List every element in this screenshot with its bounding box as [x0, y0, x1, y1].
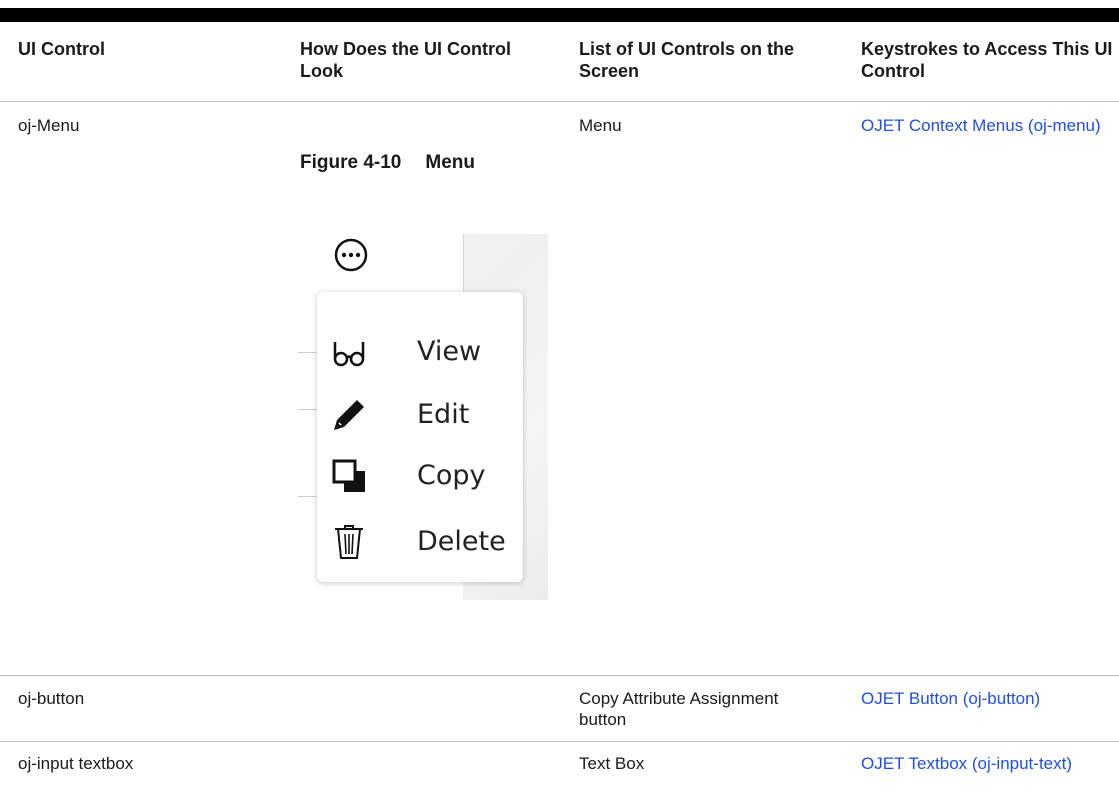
menu-item-label: View [417, 336, 482, 367]
row1-list: Menu [579, 116, 622, 135]
row1-control: oj-Menu [18, 116, 80, 135]
glasses-icon [331, 334, 367, 370]
header-list-controls: List of UI Controls on the Screen [579, 39, 794, 81]
row3-control: oj-input textbox [18, 754, 134, 773]
figure-title: Menu [425, 152, 475, 173]
copy-icon [331, 458, 367, 494]
menu-item-label: Edit [417, 399, 470, 430]
pencil-icon [331, 397, 367, 433]
menu-screenshot: View Edit Copy Delete [298, 234, 548, 600]
row2-list: Copy Attribute Assignment button [579, 689, 779, 729]
menu-item-view[interactable]: View [317, 322, 523, 382]
menu-item-label: Copy [417, 460, 486, 491]
menu-item-edit[interactable]: Edit [317, 385, 523, 445]
row-divider [0, 675, 1119, 676]
figure-caption: Figure 4-10 Menu [300, 152, 475, 174]
header-divider [0, 101, 1119, 102]
row-divider [0, 741, 1119, 742]
row2-link[interactable]: OJET Button (oj-button) [861, 688, 1119, 709]
header-keystrokes: Keystrokes to Access This UI Control [861, 39, 1113, 81]
row3-list: Text Box [579, 754, 645, 773]
more-horizontal-icon[interactable] [334, 238, 368, 272]
row1-link[interactable]: OJET Context Menus (oj-menu) [861, 115, 1111, 136]
menu-item-delete[interactable]: Delete [317, 512, 523, 572]
header-how-look: How Does the UI Control Look [300, 39, 511, 81]
header-ui-control: UI Control [18, 39, 105, 59]
row2-control: oj-button [18, 689, 85, 708]
trash-icon [331, 524, 367, 560]
figure-number: Figure 4-10 [300, 152, 402, 173]
top-border [0, 8, 1119, 22]
menu-item-label: Delete [417, 526, 506, 557]
menu-item-copy[interactable]: Copy [317, 446, 523, 506]
row3-link[interactable]: OJET Textbox (oj-input-text) [861, 753, 1101, 774]
context-menu: View Edit Copy Delete [317, 292, 523, 582]
